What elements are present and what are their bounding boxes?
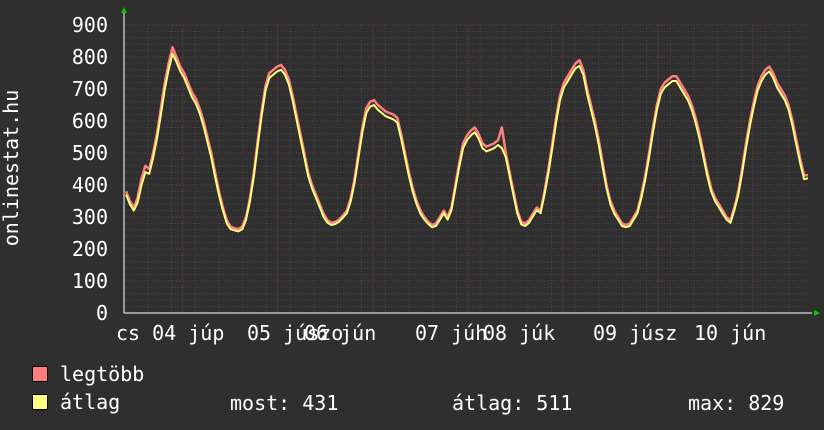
x-tick-label: cs 04 júp [116,321,224,345]
y-tick-label: 0 [96,301,108,325]
stat-now: most: 431 [230,391,339,415]
x-tick-label: 07 júh [415,321,487,345]
x-tick-label: 10 jún [694,321,766,345]
legend-label-max: legtöbb [60,362,145,386]
y-tick-label: 200 [72,237,108,261]
legend-swatch-max [32,366,48,382]
x-axis-arrow [814,310,820,316]
y-tick-label: 400 [72,173,108,197]
legend-swatch-avg [32,394,48,410]
y-axis-label: onlinestat.hu [0,90,23,247]
stat-max: max: 829 [688,391,785,415]
x-tick-label: 06 jún [304,321,376,345]
y-tick-label: 100 [72,269,108,293]
y-tick-label: 700 [72,77,108,101]
series-line-max [124,46,809,231]
axes [121,7,820,316]
x-tick-label: 08 júk [483,321,555,345]
x-tick-label: 09 júsz [593,321,677,345]
y-tick-label: 900 [72,13,108,37]
series-line-average [125,52,809,233]
y-ticks: 0 100 200 300 400 500 600 700 800 900 [72,13,108,325]
y-tick-label: 300 [72,205,108,229]
legend-item-max: legtöbb [32,362,145,386]
y-axis-arrow [121,7,127,13]
stat-average: átlag: 511 [452,391,573,415]
legend-item-avg: átlag [32,390,121,414]
y-tick-label: 800 [72,45,108,69]
x-ticks: cs 04 júp 05 júszo06 jún 07 júh08 júk 09 jú… [116,321,766,345]
y-tick-label: 500 [72,141,108,165]
legend-label-avg: átlag [60,390,121,414]
y-tick-label: 600 [72,109,108,133]
